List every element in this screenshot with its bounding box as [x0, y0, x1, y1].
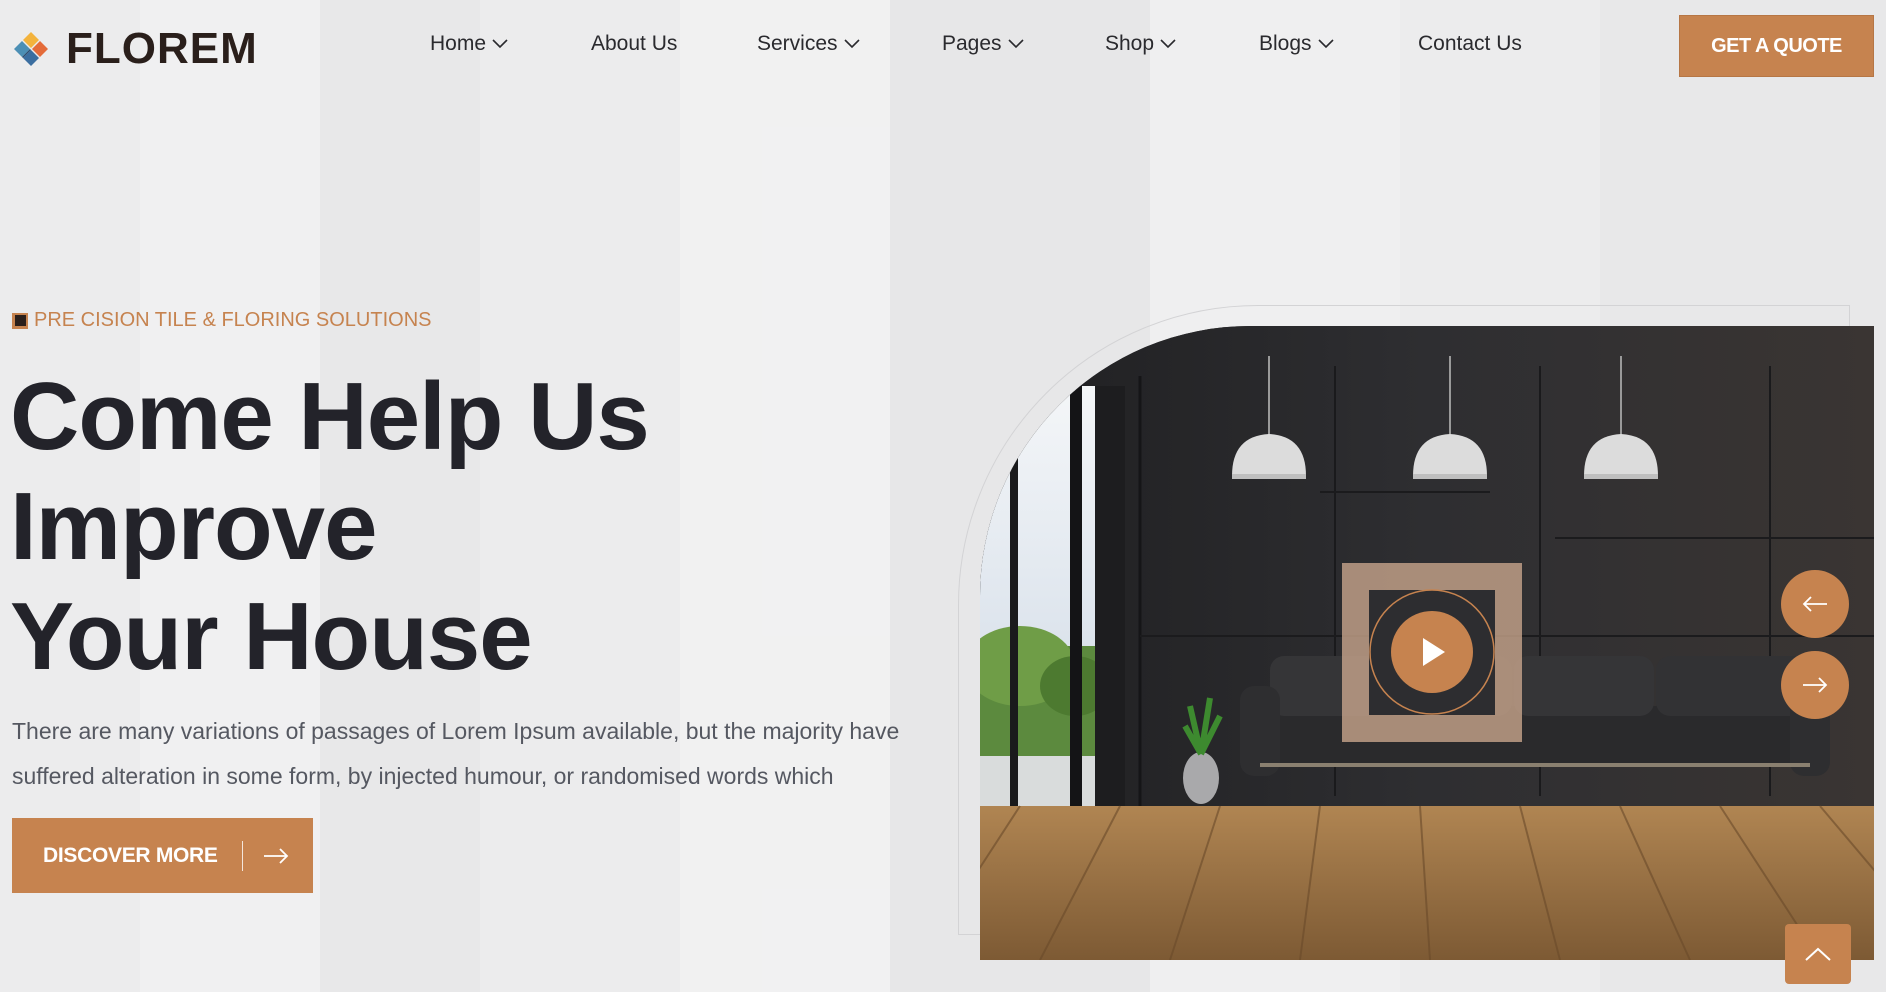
nav-item-shop[interactable]: Shop: [1105, 32, 1176, 56]
discover-more-label: DISCOVER MORE: [43, 843, 218, 867]
scroll-to-top-button[interactable]: [1785, 924, 1851, 984]
bg-panel: [680, 0, 890, 992]
hero-title-line: Improve: [10, 473, 377, 580]
discover-more-button[interactable]: DISCOVER MORE: [12, 818, 313, 893]
nav-item-label: Home: [430, 32, 487, 55]
slider-next-button[interactable]: [1781, 651, 1849, 719]
site-logo[interactable]: FLOREM: [12, 24, 258, 74]
slider-prev-button[interactable]: [1781, 570, 1849, 638]
tagline-text: PRE CISION TILE & FLORING SOLUTIONS: [34, 309, 432, 331]
hero-description: There are many variations of passages of…: [12, 709, 942, 799]
chevron-down-icon: [1160, 39, 1176, 49]
arrow-right-icon: [263, 847, 288, 864]
chevron-down-icon: [843, 39, 860, 49]
hero-title: Come Help Us Improve Your House: [10, 362, 650, 692]
chevron-down-icon: [1007, 39, 1024, 49]
nav-item-label: Contact Us: [1418, 32, 1522, 55]
hero-tagline: PRE CISION TILE & FLORING SOLUTIONS: [12, 309, 432, 332]
hero-description-line: There are many variations of passages of…: [12, 718, 900, 744]
nav-item-contact[interactable]: Contact Us: [1418, 32, 1522, 56]
nav-item-pages[interactable]: Pages: [942, 32, 1024, 56]
nav-item-blogs[interactable]: Blogs: [1259, 32, 1334, 56]
get-a-quote-button[interactable]: GET A QUOTE: [1679, 15, 1874, 77]
nav-item-services[interactable]: Services: [757, 32, 860, 56]
hero-title-line: Come Help Us: [10, 363, 650, 470]
chevron-down-icon: [1317, 39, 1334, 49]
nav-item-label: Pages: [942, 32, 1002, 55]
nav-item-label: About Us: [591, 32, 678, 55]
arrow-left-icon: [1802, 596, 1827, 612]
chevron-down-icon: [492, 39, 508, 49]
arrow-right-icon: [1803, 677, 1828, 693]
nav-item-label: Blogs: [1259, 32, 1312, 55]
nav-item-home[interactable]: Home: [430, 32, 508, 56]
brand-name: FLOREM: [66, 24, 258, 73]
hero-description-line: suffered alteration in some form, by inj…: [12, 763, 834, 789]
chevron-up-icon: [1805, 947, 1831, 961]
nav-item-label: Shop: [1105, 32, 1155, 55]
nav-item-label: Services: [757, 32, 838, 55]
hero-title-line: Your House: [10, 583, 533, 690]
logo-mark-icon: [12, 30, 50, 68]
video-play-button[interactable]: [1342, 563, 1522, 742]
button-divider: [241, 840, 243, 871]
square-bullet-icon: [12, 312, 28, 329]
nav-item-about[interactable]: About Us: [591, 32, 677, 56]
